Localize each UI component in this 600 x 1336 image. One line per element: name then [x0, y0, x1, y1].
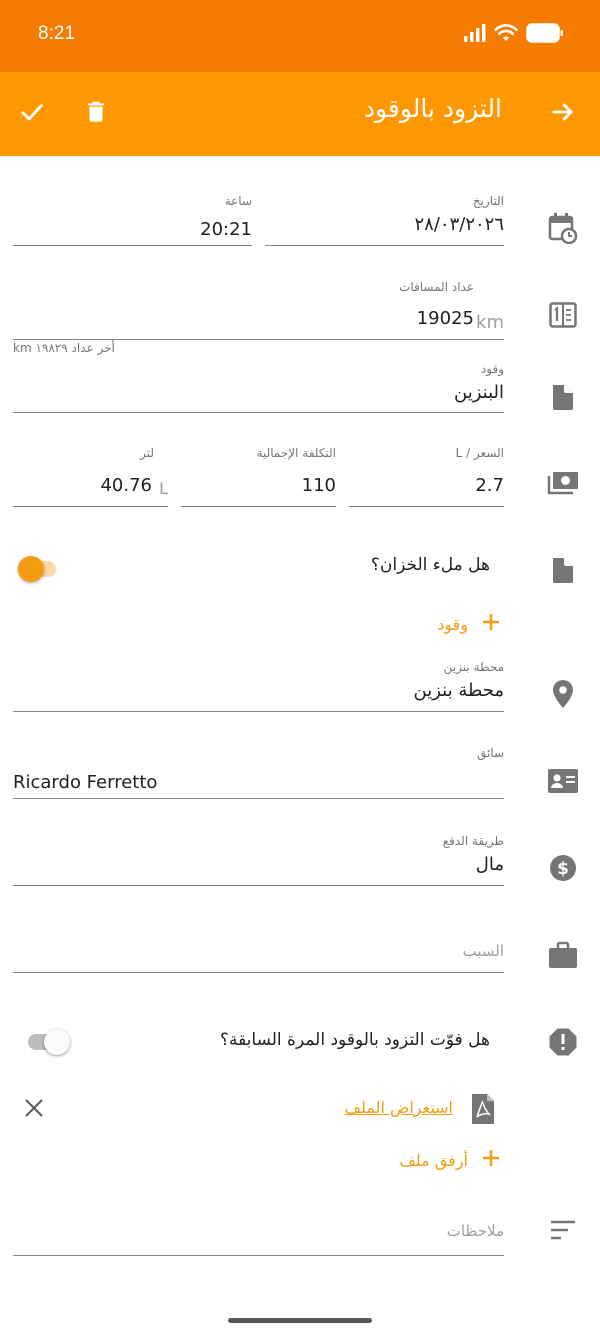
plus-icon — [482, 613, 500, 635]
pdf-file-icon — [470, 1093, 496, 1125]
status-icons — [464, 23, 564, 47]
total-cost-value: 110 — [301, 475, 336, 496]
liters-value: 40.76 — [100, 475, 152, 496]
switch-thumb — [44, 1029, 70, 1055]
missed-previous-switch[interactable] — [26, 1026, 76, 1058]
odometer-unit: km — [476, 312, 504, 333]
status-bar: 8:21 — [0, 0, 600, 72]
total-cost-field[interactable]: التكلفة الإجمالية 110 — [181, 440, 336, 507]
add-fuel-button[interactable]: وقود — [437, 610, 500, 638]
trash-icon — [83, 98, 109, 130]
missed-previous-label: هل فوّت التزود بالوقود المرة السابقة؟ — [219, 1030, 490, 1050]
briefcase-icon — [545, 937, 581, 973]
total-cost-label: التكلفة الإجمالية — [256, 446, 336, 460]
app-bar: التزود بالوقود — [0, 72, 600, 156]
status-time: 8:21 — [38, 23, 75, 44]
driver-label: سائق — [476, 746, 504, 760]
calendar-clock-icon — [545, 210, 581, 246]
odometer-label: عداد المسافات — [399, 280, 474, 294]
switch-thumb — [18, 556, 44, 582]
time-value: 20:21 — [200, 219, 252, 240]
notes-field[interactable]: ملاحظات — [13, 1212, 504, 1256]
date-field[interactable]: التاريخ ٢٨/٠٣/٢٠٢٦ — [265, 190, 504, 246]
id-card-icon — [545, 763, 581, 799]
save-button[interactable] — [14, 96, 50, 132]
price-field[interactable]: السعر / L 2.7 — [349, 440, 504, 507]
notes-placeholder: ملاحظات — [446, 1222, 504, 1240]
driver-value: Ricardo Ferretto — [13, 772, 158, 793]
odometer-field[interactable]: عداد المسافات km 19025 — [13, 278, 504, 340]
close-icon — [24, 1098, 44, 1122]
liters-field[interactable]: لتر L 40.76 — [13, 440, 168, 507]
odometer-value: 19025 — [416, 308, 474, 329]
svg-text:$: $ — [557, 859, 569, 879]
remove-attachment-button[interactable] — [20, 1096, 48, 1124]
price-value: 2.7 — [475, 475, 504, 496]
fuel-value: البنزين — [454, 382, 504, 403]
delete-button[interactable] — [78, 96, 114, 132]
full-tank-switch[interactable] — [16, 553, 66, 585]
fuel-can-icon — [545, 378, 581, 414]
gas-station-field[interactable]: محطة بنزين محطة بنزين — [13, 658, 504, 712]
plus-icon — [482, 1149, 500, 1171]
page-title: التزود بالوقود — [363, 94, 502, 123]
notes-lines-icon — [545, 1212, 581, 1248]
location-pin-icon — [545, 676, 581, 712]
reason-placeholder: السبب — [462, 942, 504, 960]
alert-octagon-icon — [545, 1024, 581, 1060]
dollar-circle-icon: $ — [545, 850, 581, 886]
date-value: ٢٨/٠٣/٢٠٢٦ — [414, 214, 504, 235]
home-indicator[interactable] — [228, 1318, 372, 1323]
cash-icon — [545, 465, 581, 501]
signal-icon — [464, 24, 486, 46]
payment-method-value: مال — [475, 854, 504, 875]
time-label: ساعة — [224, 194, 252, 208]
add-fuel-label: وقود — [437, 614, 468, 634]
battery-icon — [526, 23, 564, 47]
payment-method-field[interactable]: طريقة الدفع مال — [13, 830, 504, 886]
view-file-link[interactable]: استعراض الملف — [344, 1098, 453, 1117]
driver-field[interactable]: سائق Ricardo Ferretto — [13, 742, 504, 799]
time-field[interactable]: ساعة 20:21 — [13, 190, 252, 246]
full-tank-label: هل ملء الخزان؟ — [370, 555, 490, 575]
reason-field[interactable]: السبب — [13, 930, 504, 973]
liters-unit: L — [159, 479, 168, 498]
arrow-forward-icon — [549, 98, 577, 130]
price-label: السعر / L — [455, 446, 504, 460]
fuel-can-icon — [545, 551, 581, 587]
odometer-icon — [545, 297, 581, 333]
attach-file-button[interactable]: أرفق ملف — [399, 1146, 500, 1174]
gas-station-label: محطة بنزين — [443, 660, 504, 674]
date-label: التاريخ — [472, 194, 504, 208]
liters-label: لتر — [140, 446, 154, 460]
wifi-icon — [494, 24, 518, 46]
payment-method-label: طريقة الدفع — [442, 834, 504, 848]
attach-file-label: أرفق ملف — [399, 1150, 468, 1170]
fuel-label: وقود — [480, 362, 504, 376]
back-button[interactable] — [545, 96, 581, 132]
gas-station-value: محطة بنزين — [413, 680, 504, 701]
check-icon — [18, 98, 46, 130]
odometer-helper: أخر عداد ١٩٨٢٩ km — [13, 341, 115, 355]
fuel-field[interactable]: وقود البنزين — [13, 360, 504, 413]
